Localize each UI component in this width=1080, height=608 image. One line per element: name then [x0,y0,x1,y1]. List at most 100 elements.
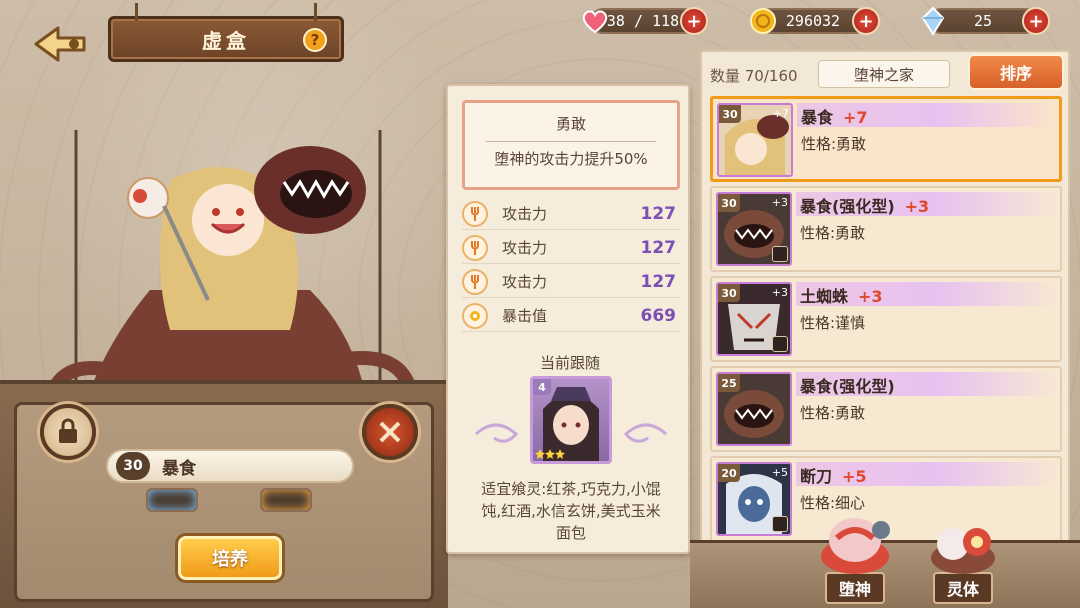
entry-name: 暴食(强化型) [800,377,895,396]
title-plank: 虚盒 ? [108,3,344,62]
stat-value: 127 [640,271,677,292]
entry-name: 暴食(强化型) [800,197,895,216]
entry-portrait: 30 +7 [717,103,793,177]
entry-portrait: 30 +3 [716,282,792,356]
entry-level: 30 [718,194,740,212]
crit-icon [462,302,488,329]
stat-value: 127 [640,203,677,224]
lock-icon [772,516,788,532]
follower-card[interactable]: 4 [530,376,612,464]
list-item[interactable]: 30 +7 暴食 +7 性格:勇敢 [710,96,1062,182]
list-item[interactable]: 30 +3 土蜘蛛 +3 性格:谨慎 [710,276,1062,362]
entry-plus: +5 [842,467,867,486]
crystal-icon [918,6,948,36]
dismantle-button[interactable] [362,404,418,460]
plus-icon: + [858,10,874,32]
stat-row: 攻击力 127 [462,198,680,230]
entry-name: 断刀 [800,467,833,486]
tab-label: 堕神 [824,572,885,604]
crossed-utensils-icon [379,421,401,443]
entry-name: 土蜘蛛 [800,287,849,306]
trait-title: 勇敢 [555,115,586,133]
entry-trait: 性格:细心 [800,494,866,512]
fork-icon [462,234,488,261]
suitable-feed-text: 适宜飨灵:红茶,巧克力,小馄 饨,红酒,水信玄饼,美式玉米 面包 [462,478,680,544]
gem-slot-blue [146,488,198,512]
lock-icon [772,246,788,262]
stat-value: 127 [640,237,677,258]
heart-icon [580,6,610,36]
entry-name-line: 暴食(强化型) [800,373,895,397]
tab-label: 灵体 [932,572,993,604]
entry-corner-plus: +3 [771,286,788,299]
train-button[interactable]: 培养 [178,536,282,580]
trait-description: 堕神的攻击力提升50% [494,150,648,168]
gem-slot-orange [260,488,312,512]
stat-label: 暴击值 [502,307,548,325]
fork-icon [462,268,488,295]
entry-plus: +3 [904,197,930,216]
entry-level: 20 [718,464,740,482]
page-title: 虚盒 [202,28,250,53]
help-icon: ? [310,31,320,49]
feed-line: 适宜飨灵:红茶,巧克力,小馄 [481,480,661,498]
help-button[interactable]: ? [303,28,327,52]
character-name: 暴食 [162,458,196,479]
entry-level: 25 [718,374,740,392]
rope [314,3,317,21]
stat-value: 669 [640,305,677,326]
divider [486,141,656,142]
rope [135,3,138,21]
entry-name: 暴食 [801,108,834,127]
trait-box: 勇敢 堕神的攻击力提升50% [462,100,680,190]
add-crystal-button[interactable]: + [1022,7,1050,35]
add-stamina-button[interactable]: + [680,7,708,35]
entry-name-line: 断刀 +5 [800,463,867,487]
stamina-counter: 38 / 118 + [582,7,708,35]
tab-spirit[interactable]: 灵体 [920,512,1006,604]
entry-trait: 性格:勇敢 [800,404,866,422]
tab-fallen-god[interactable]: 堕神 [812,512,898,604]
fork-icon [462,200,488,227]
star-rating-icon [535,449,565,459]
entry-portrait: 30 +3 [716,192,792,266]
count-text: 数量 70/160 [710,67,798,85]
follow-label: 当前跟随 [539,354,600,372]
lock-icon [59,418,77,443]
entry-name-line: 暴食 +7 [801,104,868,128]
entry-name-line: 土蜘蛛 +3 [800,283,883,307]
gold-counter: 296032 + [750,7,880,35]
list-item[interactable]: 30 +3 暴食(强化型) +3 性格:勇敢 [710,186,1062,272]
lock-button[interactable] [40,404,96,460]
character-level-badge: 30 [116,452,150,480]
feed-line: 饨,红酒,水信玄饼,美式玉米 [481,502,661,520]
sort-button[interactable]: 排序 [968,54,1064,90]
lock-icon [772,336,788,352]
entry-trait: 性格:勇敢 [800,224,866,242]
list-item[interactable]: 25 暴食(强化型) 性格:勇敢 [710,366,1062,452]
follower-level: 4 [533,379,551,395]
fallen-god-list-panel: 数量 70/160 堕神之家 排序 30 +7 暴食 +7 性格:勇敢 30 +3… [700,50,1070,570]
entry-trait: 性格:谨慎 [800,314,866,332]
stat-row: 攻击力 127 [462,266,680,298]
entry-level: 30 [719,105,741,123]
back-button[interactable] [24,22,96,66]
back-arrow-icon [34,26,86,62]
entry-corner-plus: +5 [771,466,788,479]
entry-plus: +3 [858,287,883,306]
home-tag: 堕神之家 [818,60,950,88]
stat-label: 攻击力 [502,205,548,223]
add-gold-button[interactable]: + [852,7,880,35]
detail-panel: 勇敢 堕神的攻击力提升50% 攻击力 127 攻击力 127 攻击力 127 暴… [446,84,690,554]
crystal-counter: 25 + [921,6,1050,36]
plus-icon: + [686,10,702,32]
stat-label: 攻击力 [502,239,548,257]
character-name-bar: 30 暴食 [106,449,354,483]
entry-portrait: 25 [716,372,792,446]
entry-name-line: 暴食(强化型) +3 [800,193,929,217]
entry-trait: 性格:勇敢 [801,135,867,153]
coin-icon [748,6,778,36]
stat-row: 暴击值 669 [462,300,680,332]
entry-portrait: 20 +5 [716,462,792,536]
plus-icon: + [1028,10,1044,32]
